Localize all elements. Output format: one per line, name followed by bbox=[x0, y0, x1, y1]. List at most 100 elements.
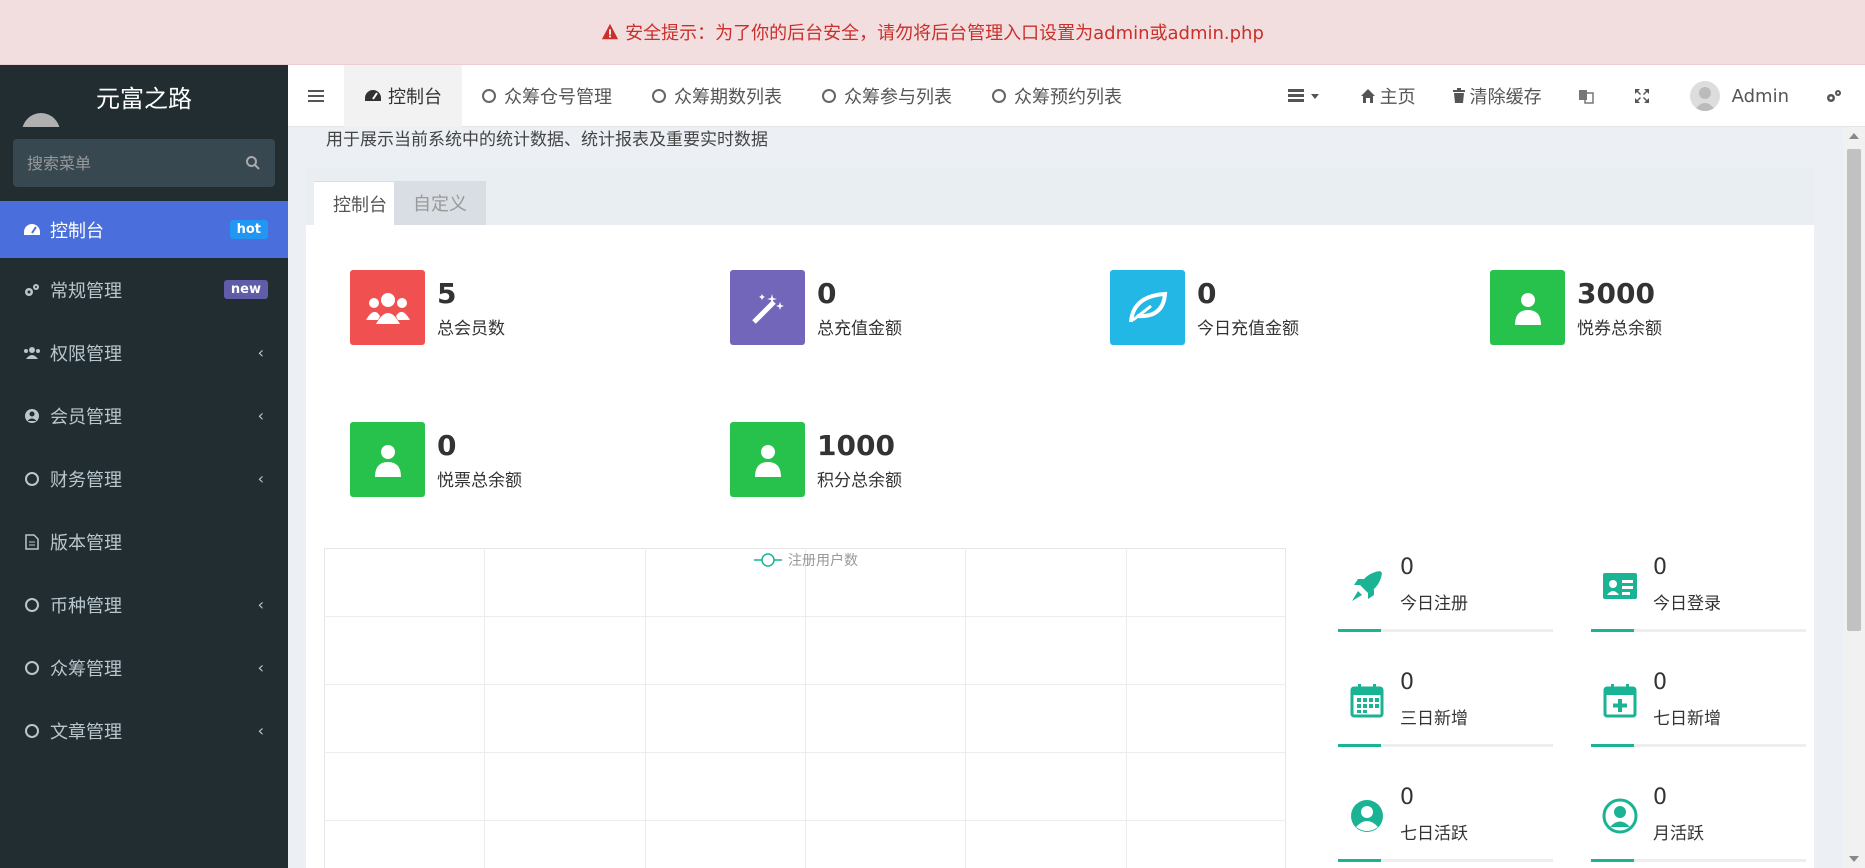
tab-crowdfund-reservation[interactable]: 众筹预约列表 bbox=[972, 65, 1142, 127]
mini-stat-label: 七日活跃 bbox=[1400, 824, 1468, 844]
tab-crowdfund-warehouse[interactable]: 众筹仓号管理 bbox=[462, 65, 632, 127]
chart-grid bbox=[324, 548, 1286, 868]
mini-stat-seven-day-new: 0 七日新增 bbox=[1591, 670, 1806, 778]
chevron-left-icon: ‹ bbox=[257, 343, 264, 362]
new-badge: new bbox=[223, 280, 268, 299]
circle-icon bbox=[482, 88, 496, 103]
user-circle-icon bbox=[1351, 800, 1383, 832]
tab-custom[interactable]: 自定义 bbox=[394, 181, 486, 225]
search-icon[interactable] bbox=[245, 155, 261, 171]
expand-icon bbox=[1634, 89, 1649, 103]
rocket-icon bbox=[1352, 571, 1382, 601]
translate-icon bbox=[1578, 90, 1594, 104]
group-icon bbox=[22, 343, 42, 363]
tab-console[interactable]: 控制台 bbox=[314, 181, 406, 225]
sidebar-item-label: 会员管理 bbox=[50, 406, 122, 428]
chevron-left-icon: ‹ bbox=[257, 658, 264, 677]
tabs-menu-dropdown[interactable] bbox=[1270, 65, 1342, 127]
calendar-plus-icon bbox=[1603, 684, 1637, 718]
logo-text: 元富之路 bbox=[96, 84, 192, 113]
chevron-left-icon: ‹ bbox=[257, 469, 264, 488]
settings-button[interactable] bbox=[1807, 65, 1865, 127]
users-icon bbox=[350, 270, 425, 345]
stat-label: 总会员数 bbox=[437, 319, 505, 339]
home-label: 主页 bbox=[1379, 87, 1416, 108]
legend-label: 注册用户数 bbox=[788, 552, 858, 569]
file-icon bbox=[22, 532, 42, 552]
page-subtitle: 用于展示当前系统中的统计数据、统计报表及重要实时数据 bbox=[326, 130, 768, 150]
user-icon bbox=[350, 422, 425, 497]
mini-stat-today-login: 0 今日登录 bbox=[1591, 555, 1806, 663]
sidebar-item-label: 版本管理 bbox=[50, 532, 122, 554]
dashboard-panel: 5 总会员数 0 总充值金额 0 今日充值金额 3000 悦券总余额 0 悦票总… bbox=[306, 225, 1814, 868]
progress-bar bbox=[1338, 859, 1553, 862]
sidebar-avatar bbox=[22, 113, 60, 127]
dashboard-icon bbox=[365, 89, 381, 101]
top-navbar: 控制台 众筹仓号管理 众筹期数列表 众筹参与列表 众筹预约列表 主页 清除缓存 bbox=[288, 64, 1865, 127]
clear-cache-button[interactable]: 清除缓存 bbox=[1434, 65, 1560, 127]
stat-value: 0 bbox=[817, 277, 837, 310]
sidebar-item-articles[interactable]: 文章管理 ‹ bbox=[0, 699, 288, 762]
chevron-left-icon: ‹ bbox=[257, 406, 264, 425]
logo[interactable]: 元富之路 bbox=[0, 65, 288, 127]
trash-icon bbox=[1452, 88, 1465, 103]
main-content: 用于展示当前系统中的统计数据、统计报表及重要实时数据 控制台 自定义 5 总会员… bbox=[288, 127, 1843, 868]
tab-label: 众筹仓号管理 bbox=[504, 86, 612, 108]
sidebar-item-label: 财务管理 bbox=[50, 469, 122, 491]
mini-stat-label: 三日新增 bbox=[1400, 709, 1468, 729]
mini-stat-monthly-active: 0 月活跃 bbox=[1591, 785, 1806, 868]
navbar-right: 主页 清除缓存 Admin bbox=[1270, 65, 1865, 127]
circle-icon bbox=[22, 595, 42, 615]
stat-value: 0 bbox=[1197, 277, 1217, 310]
scroll-thumb[interactable] bbox=[1847, 149, 1861, 631]
home-link[interactable]: 主页 bbox=[1342, 65, 1434, 127]
sidebar-item-version[interactable]: 版本管理 bbox=[0, 510, 288, 573]
language-switch[interactable] bbox=[1560, 65, 1616, 127]
sidebar-item-label: 权限管理 bbox=[50, 343, 122, 365]
user-menu[interactable]: Admin bbox=[1672, 65, 1807, 127]
sidebar-item-finance[interactable]: 财务管理 ‹ bbox=[0, 447, 288, 510]
stat-voucher-balance: 3000 悦券总余额 bbox=[1490, 270, 1662, 345]
tab-crowdfund-participation[interactable]: 众筹参与列表 bbox=[802, 65, 972, 127]
progress-bar bbox=[1591, 859, 1806, 862]
mini-stat-label: 今日注册 bbox=[1400, 594, 1468, 614]
circle-icon bbox=[652, 88, 666, 103]
leaf-icon bbox=[1110, 270, 1185, 345]
stat-label: 悦票总余额 bbox=[437, 471, 522, 491]
circle-icon bbox=[22, 469, 42, 489]
sidebar-item-currency[interactable]: 币种管理 ‹ bbox=[0, 573, 288, 636]
circle-icon bbox=[22, 658, 42, 678]
sidebar-item-crowdfunding[interactable]: 众筹管理 ‹ bbox=[0, 636, 288, 699]
stat-value: 0 bbox=[437, 429, 457, 462]
tab-label: 控制台 bbox=[388, 86, 442, 108]
stat-label: 悦券总余额 bbox=[1577, 319, 1662, 339]
fullscreen-button[interactable] bbox=[1616, 65, 1672, 127]
mini-stat-seven-day-active: 0 七日活跃 bbox=[1338, 785, 1553, 868]
chevron-left-icon: ‹ bbox=[257, 721, 264, 740]
tab-dashboard[interactable]: 控制台 bbox=[344, 64, 462, 127]
sidebar-item-label: 文章管理 bbox=[50, 721, 122, 743]
sidebar-item-permissions[interactable]: 权限管理 ‹ bbox=[0, 321, 288, 384]
scroll-up-arrow-icon[interactable] bbox=[1849, 133, 1859, 139]
vertical-scrollbar[interactable] bbox=[1843, 127, 1865, 868]
mini-stat-three-day-new: 0 三日新增 bbox=[1338, 670, 1553, 778]
sidebar-item-label: 众筹管理 bbox=[50, 658, 122, 680]
alert-text: 安全提示：为了你的后台安全，请勿将后台管理入口设置为admin或admin.ph… bbox=[625, 23, 1264, 44]
mini-stat-value: 0 bbox=[1400, 785, 1414, 810]
chart-legend[interactable]: 注册用户数 bbox=[754, 552, 858, 569]
sidebar-item-label: 币种管理 bbox=[50, 595, 122, 617]
stat-label: 今日充值金额 bbox=[1197, 319, 1299, 339]
mini-stat-value: 0 bbox=[1653, 555, 1667, 580]
stat-label: 总充值金额 bbox=[817, 319, 902, 339]
sidebar-menu: 控制台 hot 常规管理 new 权限管理 ‹ 会员管理 ‹ 财务管理 ‹ 版本… bbox=[0, 201, 288, 762]
sidebar-item-members[interactable]: 会员管理 ‹ bbox=[0, 384, 288, 447]
sidebar-item-dashboard[interactable]: 控制台 hot bbox=[0, 201, 288, 258]
mini-stat-value: 0 bbox=[1400, 670, 1414, 695]
scroll-down-arrow-icon[interactable] bbox=[1849, 856, 1859, 862]
id-card-icon bbox=[1603, 573, 1637, 599]
menu-search-input[interactable] bbox=[27, 153, 227, 173]
sidebar-toggle[interactable] bbox=[288, 65, 344, 127]
sidebar-item-general[interactable]: 常规管理 new bbox=[0, 258, 288, 321]
tab-crowdfund-periods[interactable]: 众筹期数列表 bbox=[632, 65, 802, 127]
security-alert: 安全提示：为了你的后台安全，请勿将后台管理入口设置为admin或admin.ph… bbox=[0, 0, 1865, 65]
